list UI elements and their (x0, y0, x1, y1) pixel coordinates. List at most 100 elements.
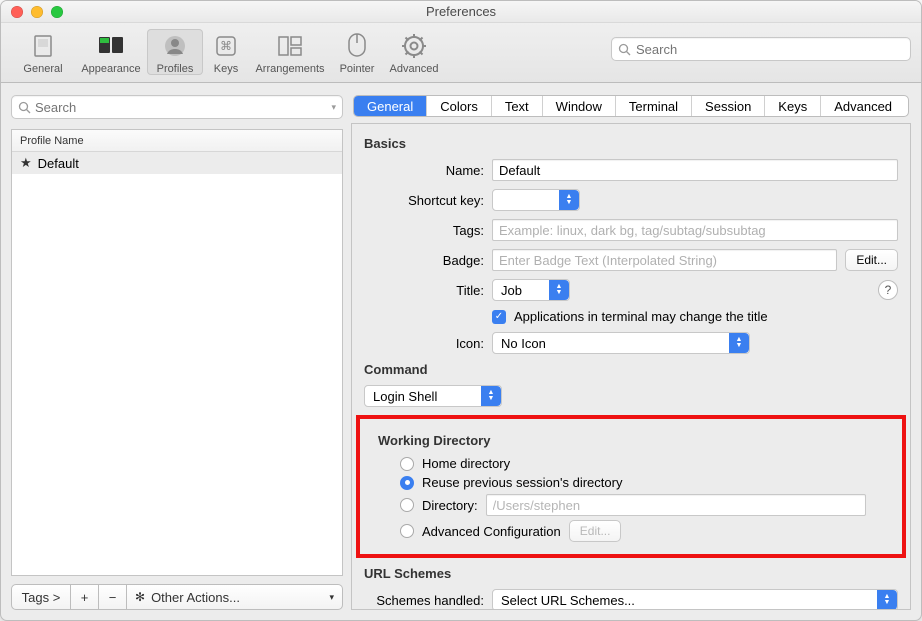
wd-reuse-row[interactable]: Reuse previous session's directory (400, 475, 894, 490)
title-label: Title: (364, 283, 484, 298)
tab-terminal[interactable]: Terminal (616, 96, 692, 116)
tags-label: Tags: (364, 223, 484, 238)
tab-colors[interactable]: Colors (427, 96, 492, 116)
general-icon (28, 31, 58, 61)
sidebar-search-input[interactable] (35, 100, 327, 115)
stepper-arrows-icon: ▲▼ (481, 386, 501, 406)
stepper-arrows-icon: ▲▼ (559, 190, 579, 210)
toolbar-item-keys[interactable]: ⌘ Keys (203, 29, 249, 75)
tab-window[interactable]: Window (543, 96, 616, 116)
wd-advanced-edit-button[interactable]: Edit... (569, 520, 622, 542)
wd-advanced-row[interactable]: Advanced Configuration Edit... (400, 520, 894, 542)
wd-directory-row[interactable]: Directory: (400, 494, 894, 516)
tab-text[interactable]: Text (492, 96, 543, 116)
toolbar-label: Profiles (157, 63, 194, 75)
badge-label: Badge: (364, 253, 484, 268)
svg-text:⌘: ⌘ (220, 39, 232, 53)
profile-list: Profile Name ★ Default (11, 129, 343, 576)
keys-icon: ⌘ (211, 31, 241, 61)
toolbar-search-field[interactable] (611, 37, 911, 61)
tags-button[interactable]: Tags > (11, 584, 71, 610)
preferences-window: Preferences General Appearance Profiles … (0, 0, 922, 621)
apps-change-title-checkbox[interactable]: ✓ (492, 310, 506, 324)
profiles-icon (160, 31, 190, 61)
toolbar-item-general[interactable]: General (11, 29, 75, 75)
close-window-button[interactable] (11, 6, 23, 18)
toolbar-label: Advanced (390, 63, 439, 75)
shortcut-select[interactable]: ▲▼ (492, 189, 580, 211)
wd-home-row[interactable]: Home directory (400, 456, 894, 471)
minimize-window-button[interactable] (31, 6, 43, 18)
arrangements-icon (275, 31, 305, 61)
toolbar-item-pointer[interactable]: Pointer (331, 29, 383, 75)
schemes-value: Select URL Schemes... (501, 593, 635, 608)
wd-directory-radio[interactable] (400, 498, 414, 512)
appearance-icon (96, 31, 126, 61)
stepper-arrows-icon: ▲▼ (549, 280, 569, 300)
badge-input[interactable] (492, 249, 837, 271)
star-icon: ★ (20, 155, 32, 171)
wd-home-radio[interactable] (400, 457, 414, 471)
wd-advanced-label: Advanced Configuration (422, 524, 561, 539)
chevron-down-icon[interactable]: ▾ (331, 102, 336, 113)
wd-directory-input[interactable] (486, 494, 866, 516)
name-label: Name: (364, 163, 484, 178)
icon-value: No Icon (501, 336, 546, 351)
tags-input[interactable] (492, 219, 898, 241)
wd-reuse-label: Reuse previous session's directory (422, 475, 622, 490)
titlebar: Preferences (1, 1, 921, 23)
toolbar-item-advanced[interactable]: Advanced (383, 29, 445, 75)
search-icon (618, 43, 631, 56)
zoom-window-button[interactable] (51, 6, 63, 18)
toolbar-label: General (23, 63, 62, 75)
toolbar-item-arrangements[interactable]: Arrangements (249, 29, 331, 75)
icon-label: Icon: (364, 336, 484, 351)
schemes-label: Schemes handled: (364, 593, 484, 608)
toolbar-item-profiles[interactable]: Profiles (147, 29, 203, 75)
title-value: Job (501, 283, 522, 298)
pointer-icon (342, 31, 372, 61)
working-directory-heading: Working Directory (378, 433, 894, 448)
apps-change-title-label: Applications in terminal may change the … (514, 309, 768, 324)
window-title: Preferences (1, 4, 921, 19)
profile-list-body: ★ Default (12, 152, 342, 575)
profiles-sidebar: ▾ Profile Name ★ Default Tags > + − ✻ Ot… (11, 95, 343, 610)
general-pane: Basics Name: Shortcut key: ▲▼ Tags: (351, 123, 911, 610)
toolbar-item-appearance[interactable]: Appearance (75, 29, 147, 75)
title-select[interactable]: Job ▲▼ (492, 279, 570, 301)
toolbar-label: Appearance (81, 63, 140, 75)
tab-advanced[interactable]: Advanced (821, 96, 905, 116)
icon-select[interactable]: No Icon ▲▼ (492, 332, 750, 354)
command-shell-select[interactable]: Login Shell ▲▼ (364, 385, 502, 407)
profile-name: Default (38, 156, 79, 171)
profile-name-input[interactable] (492, 159, 898, 181)
other-actions-label: Other Actions... (151, 590, 240, 605)
title-help-button[interactable]: ? (878, 280, 898, 300)
tab-keys[interactable]: Keys (765, 96, 821, 116)
search-icon (18, 101, 31, 114)
url-schemes-heading: URL Schemes (364, 566, 898, 581)
tab-session[interactable]: Session (692, 96, 765, 116)
add-profile-button[interactable]: + (71, 584, 99, 610)
content: ▾ Profile Name ★ Default Tags > + − ✻ Ot… (1, 83, 921, 620)
toolbar-search-input[interactable] (636, 42, 904, 57)
profile-row-default[interactable]: ★ Default (12, 152, 342, 174)
schemes-select[interactable]: Select URL Schemes... ▲▼ (492, 589, 898, 610)
chevron-down-icon: ▾ (329, 592, 334, 603)
shortcut-label: Shortcut key: (364, 193, 484, 208)
other-actions-button[interactable]: ✻ Other Actions... ▾ (127, 584, 343, 610)
tab-general[interactable]: General (354, 96, 427, 116)
wd-directory-label: Directory: (422, 498, 478, 513)
profile-tabs: General Colors Text Window Terminal Sess… (353, 95, 909, 117)
toolbar-label: Keys (214, 63, 238, 75)
wd-advanced-radio[interactable] (400, 524, 414, 538)
sidebar-bottom-bar: Tags > + − ✻ Other Actions... ▾ (11, 584, 343, 610)
window-controls (11, 6, 63, 18)
badge-edit-button[interactable]: Edit... (845, 249, 898, 271)
wd-reuse-radio[interactable] (400, 476, 414, 490)
remove-profile-button[interactable]: − (99, 584, 127, 610)
profile-detail: General Colors Text Window Terminal Sess… (351, 95, 911, 610)
shell-value: Login Shell (373, 389, 437, 404)
stepper-arrows-icon: ▲▼ (729, 333, 749, 353)
sidebar-search-field[interactable]: ▾ (11, 95, 343, 119)
